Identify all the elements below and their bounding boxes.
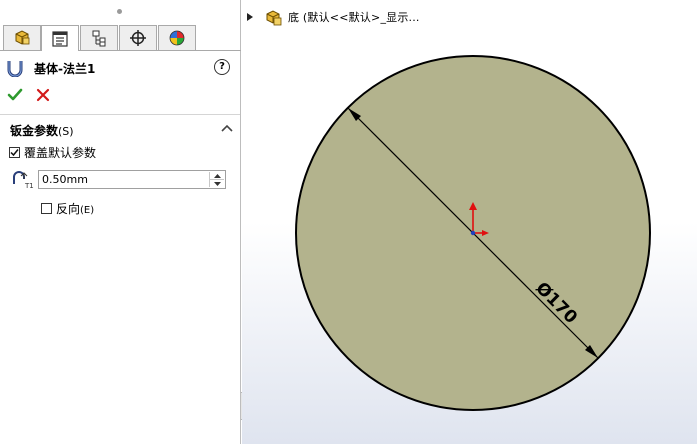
graphics-area[interactable]: 底 (默认<<默认>_显示... Ø170 [242, 0, 697, 444]
section-title: 钣金参数(S) [10, 124, 74, 138]
caret-up-icon [213, 173, 221, 178]
checkmark-icon [7, 88, 23, 101]
caret-down-icon [213, 181, 221, 186]
manager-tabs [0, 23, 241, 51]
x-icon [36, 88, 50, 102]
model-drawing[interactable]: Ø170 [242, 0, 697, 444]
override-default-label: 覆盖默认参数 [24, 146, 97, 160]
tab-feature-manager[interactable] [3, 25, 41, 50]
base-flange-icon [7, 61, 23, 77]
stepper-down[interactable] [210, 179, 224, 187]
tab-dimxpert-manager[interactable] [119, 25, 157, 50]
reverse-label: 反向(E) [56, 202, 95, 216]
feature-title: 基体-法兰1 [34, 62, 96, 76]
check-icon [10, 149, 19, 157]
tab-configuration-manager[interactable] [80, 25, 118, 50]
sheet-metal-params-header[interactable]: 钣金参数(S) [10, 122, 236, 138]
property-manager-panel: 基体-法兰1 ? 钣金参数(S) 覆盖默认参数 T1 0.50mm 反向(E) [0, 0, 241, 444]
svg-text:T1: T1 [24, 182, 34, 190]
stepper-up[interactable] [210, 172, 224, 179]
appearance-sphere-icon [169, 30, 185, 46]
ok-button[interactable] [6, 86, 24, 104]
thickness-icon: T1 [13, 171, 34, 190]
configuration-icon [92, 30, 106, 47]
tab-property-manager[interactable] [41, 25, 79, 51]
reverse-checkbox[interactable] [41, 203, 52, 214]
crosshair-icon [130, 30, 146, 46]
help-icon[interactable]: ? [214, 59, 230, 75]
override-default-row[interactable]: 覆盖默认参数 [9, 144, 96, 161]
tab-display-manager[interactable] [158, 25, 196, 50]
thickness-stepper[interactable] [209, 172, 224, 187]
feature-header: 基体-法兰1 ? [6, 58, 236, 78]
cancel-button[interactable] [34, 86, 52, 104]
panel-grip[interactable] [117, 9, 122, 14]
override-default-checkbox[interactable] [9, 147, 20, 158]
chevron-up-icon[interactable] [220, 122, 234, 136]
property-list-icon [52, 30, 68, 47]
reverse-row[interactable]: 反向(E) [41, 200, 94, 217]
part-tree-icon [15, 30, 30, 45]
thickness-input-box[interactable] [38, 170, 226, 189]
thickness-input[interactable] [42, 173, 202, 186]
section-divider [0, 114, 240, 115]
